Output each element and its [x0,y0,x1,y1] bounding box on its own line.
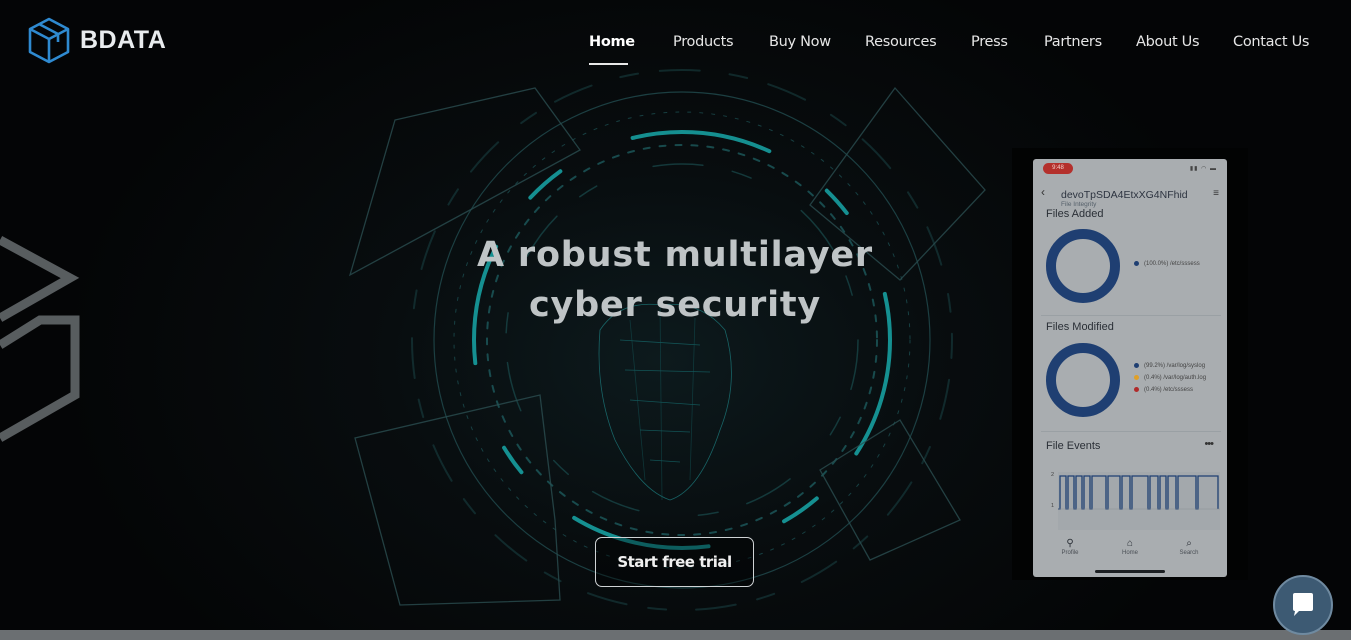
nav-item-contact-us[interactable]: Contact Us [1233,34,1310,50]
file-events-label: File Events [1046,440,1101,452]
headline-line-1: A robust multilayer [477,235,873,275]
legend-dot [1134,261,1139,266]
nav-item-press[interactable]: Press [971,34,1008,50]
events-y-label: 2 [1051,472,1055,478]
phone-home-indicator [1095,570,1165,573]
phone-subtitle: File Integrity [1061,201,1097,208]
phone-status-bar: 9:48 ▮▮ ◠ ▬ [1033,159,1227,177]
files-modified-label: Files Modified [1046,321,1114,333]
headline-line-2: cyber security [528,285,822,325]
hero-headline: A robust multilayer cyber security [455,230,895,330]
files-modified-legend-item: (99.2%) /var/log/syslog [1134,363,1205,369]
phone-device-title: devoTpSDA4EtxXG4NFhid [1061,189,1188,201]
search-icon: ⌕ [1186,538,1192,549]
phone-tab-search[interactable]: ⌕ Search [1169,538,1209,556]
tab-label: Search [1179,550,1199,556]
tab-label: Profile [1061,550,1079,556]
chat-bubble-icon [1293,593,1313,616]
phone-status-time: 9:48 [1043,163,1073,174]
files-modified-donut [1046,343,1120,417]
phone-tab-profile[interactable]: ⚲ Profile [1050,538,1090,556]
events-y-label: 1 [1051,503,1055,509]
files-added-legend-item: (100.0%) /etc/sssess [1134,261,1200,267]
files-modified-legend-item: (0.4%) /var/log/auth.log [1134,375,1206,381]
legend-text: (0.4%) /etc/sssess [1144,387,1194,394]
nav-item-products[interactable]: Products [673,34,734,50]
start-free-trial-button[interactable]: Start free trial [595,537,754,587]
files-modified-legend-item: (0.4%) /etc/sssess [1134,387,1193,393]
nav-item-home[interactable]: Home [589,34,635,50]
phone-tab-home[interactable]: ⌂ Home [1110,538,1150,556]
file-events-chart [1058,472,1220,530]
legend-dot [1134,375,1139,380]
section-divider [1041,431,1221,432]
active-nav-indicator [589,63,628,65]
nav-item-about-us[interactable]: About Us [1136,34,1200,50]
legend-dot [1134,387,1139,392]
nav-item-partners[interactable]: Partners [1044,34,1102,50]
legend-text: (100.0%) /etc/sssess [1144,261,1200,268]
legend-dot [1134,363,1139,368]
nav-item-resources[interactable]: Resources [865,34,937,50]
nav-item-buy-now[interactable]: Buy Now [769,34,831,50]
tab-label: Home [1121,550,1138,556]
files-added-donut [1046,229,1120,303]
home-icon: ⌂ [1126,538,1134,549]
back-arrow-icon: ‹ [1041,185,1045,199]
more-dots-icon[interactable]: ••• [1204,438,1214,450]
phone-app-header: ‹ devoTpSDA4EtxXG4NFhid File Integrity ≡ [1033,177,1227,208]
phone-mockup: 9:48 ▮▮ ◠ ▬ ‹ devoTpSDA4EtxXG4NFhid File… [1033,159,1227,577]
page-bottom-edge [0,630,1351,640]
files-added-label: Files Added [1046,208,1104,220]
chat-widget-button[interactable] [1273,575,1333,635]
hamburger-menu-icon: ≡ [1213,188,1219,199]
main-navigation: Home Products Buy Now Resources Press Pa… [0,34,1351,54]
section-divider [1041,315,1221,316]
legend-text: (99.2%) /var/log/syslog [1144,363,1206,370]
signal-wifi-battery-icon: ▮▮ ◠ ▬ [1189,166,1217,172]
profile-icon: ⚲ [1066,538,1074,549]
legend-text: (0.4%) /var/log/auth.log [1144,375,1207,382]
